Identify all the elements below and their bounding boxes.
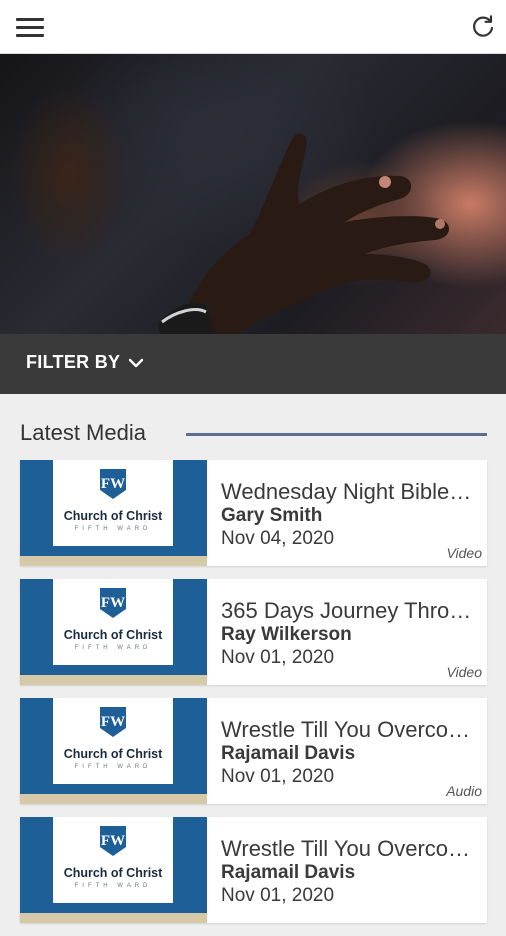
media-type: Video — [446, 545, 482, 561]
brand-subtitle: FIFTH WARD — [74, 645, 152, 651]
chevron-down-icon — [129, 358, 144, 367]
brand-name: Church of Christ — [63, 866, 163, 880]
media-thumbnail: FW Church of Christ FIFTH WARD — [20, 460, 207, 566]
brand-name: Church of Christ — [63, 628, 163, 642]
media-speaker: Gary Smith — [221, 505, 323, 526]
hero-image — [0, 54, 506, 334]
media-type: Audio — [446, 783, 482, 799]
media-title: Wednesday Night Bible Study — [221, 479, 476, 504]
media-item[interactable]: FW Church of Christ FIFTH WARD Wrestle T… — [20, 817, 487, 923]
media-thumbnail: FW Church of Christ FIFTH WARD — [20, 698, 207, 804]
brand-subtitle: FIFTH WARD — [74, 883, 152, 889]
media-type: Video — [446, 664, 482, 680]
media-item[interactable]: FW Church of Christ FIFTH WARD Wrestle T… — [20, 698, 487, 804]
brand-name: Church of Christ — [63, 509, 163, 523]
svg-text:FW: FW — [101, 476, 125, 492]
svg-text:FW: FW — [101, 833, 125, 849]
media-thumbnail: FW Church of Christ FIFTH WARD — [20, 817, 207, 923]
brand-name: Church of Christ — [63, 747, 163, 761]
media-list: FW Church of Christ FIFTH WARD Wednesday… — [20, 460, 487, 936]
media-title: Wrestle Till You Overcome — [221, 836, 476, 861]
brand-subtitle: FIFTH WARD — [74, 526, 152, 532]
media-date: Nov 01, 2020 — [221, 885, 335, 906]
media-item[interactable]: FW Church of Christ FIFTH WARD Wednesday… — [20, 460, 487, 566]
section-divider — [186, 433, 487, 436]
svg-text:FW: FW — [101, 714, 125, 730]
media-item[interactable]: FW Church of Christ FIFTH WARD 365 Days … — [20, 579, 487, 685]
app-header — [0, 0, 506, 54]
svg-text:FW: FW — [101, 595, 125, 611]
media-title: Wrestle Till You Overcome — [221, 717, 476, 742]
filter-by-button[interactable]: FILTER BY — [26, 352, 144, 373]
section-title: Latest Media — [20, 420, 146, 445]
media-speaker: Rajamail Davis — [221, 743, 356, 764]
refresh-icon[interactable] — [468, 12, 498, 42]
brand-subtitle: FIFTH WARD — [74, 764, 152, 770]
filter-bar: FILTER BY — [0, 334, 506, 394]
media-title: 365 Days Journey Through the Bible — [221, 598, 476, 623]
media-speaker: Ray Wilkerson — [221, 624, 352, 645]
church-logo-icon: FW — [100, 588, 126, 618]
media-thumbnail: FW Church of Christ FIFTH WARD — [20, 579, 207, 685]
media-speaker: Rajamail Davis — [221, 862, 356, 883]
church-logo-icon: FW — [100, 707, 126, 737]
media-date: Nov 04, 2020 — [221, 528, 335, 549]
filter-by-label: FILTER BY — [26, 352, 121, 372]
media-date: Nov 01, 2020 — [221, 766, 335, 787]
church-logo-icon: FW — [100, 469, 126, 499]
media-date: Nov 01, 2020 — [221, 647, 335, 668]
hamburger-menu-icon[interactable] — [16, 16, 46, 38]
church-logo-icon: FW — [100, 826, 126, 856]
